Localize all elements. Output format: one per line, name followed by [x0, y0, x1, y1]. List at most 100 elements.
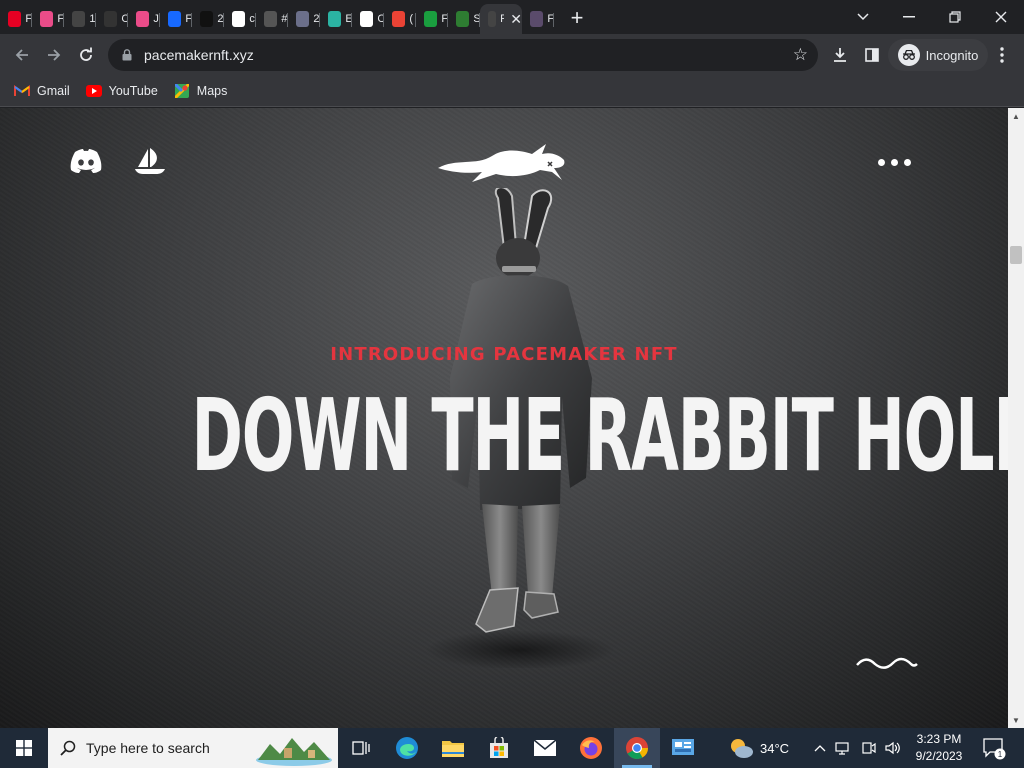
display-icon[interactable] [860, 741, 876, 755]
tab-title: c [249, 13, 255, 25]
browser-tab[interactable]: 1 [64, 4, 96, 34]
back-arrow-icon [15, 49, 28, 61]
partly-cloudy-icon [731, 739, 753, 758]
tab-title: F [547, 13, 554, 25]
maps-icon [174, 84, 190, 98]
discord-icon[interactable] [68, 146, 104, 176]
scroll-down-arrow-icon[interactable]: ▼ [1008, 712, 1024, 728]
behance-icon [168, 11, 182, 27]
browser-tab[interactable]: F [522, 4, 554, 34]
incognito-profile-button[interactable]: Incognito [888, 39, 988, 71]
image-favicon-icon [530, 11, 544, 27]
bookmark-label: Maps [196, 84, 228, 98]
tab-title: C [377, 13, 384, 25]
reload-button[interactable] [70, 39, 102, 71]
browser-tab[interactable]: E [320, 4, 352, 34]
browser-tab[interactable]: 2 [192, 4, 224, 34]
chevron-up-icon[interactable] [814, 744, 826, 752]
browser-tab[interactable]: F [0, 4, 32, 34]
chrome-taskbar-icon[interactable] [614, 728, 660, 768]
pinterest-icon [8, 11, 22, 27]
bookmark-youtube[interactable]: YouTube [85, 84, 158, 98]
youtube-icon [85, 84, 102, 98]
browser-menu-icon[interactable] [992, 39, 1012, 71]
tab-title: S [473, 13, 480, 25]
firefox-icon[interactable] [568, 728, 614, 768]
browser-tab[interactable]: C [96, 4, 128, 34]
restore-button[interactable] [932, 0, 978, 34]
mail-icon[interactable] [522, 728, 568, 768]
browser-tab[interactable]: c [224, 4, 256, 34]
bookmark-label: YouTube [108, 84, 158, 98]
search-icon [60, 740, 76, 756]
browser-tab[interactable]: # [256, 4, 288, 34]
pacemaker-rabbit-logo[interactable] [436, 138, 568, 184]
browser-tab[interactable]: F [416, 4, 448, 34]
tab-title: ( [409, 13, 413, 25]
system-tray [814, 728, 901, 768]
notification-count: 1 [998, 750, 1003, 759]
tab-title: # [281, 13, 288, 25]
tab-title: C [121, 13, 128, 25]
cube-logo-icon [360, 11, 374, 27]
address-bar[interactable]: pacemakernft.xyz ☆ [108, 39, 818, 71]
tab-title: 2 [313, 13, 320, 25]
browser-tab[interactable]: 2 [288, 4, 320, 34]
minimize-button[interactable] [886, 0, 932, 34]
tab-title: F [25, 13, 32, 25]
opensea-icon[interactable] [132, 146, 168, 176]
rainbow-logo-icon [72, 11, 86, 27]
browser-tab[interactable]: F [32, 4, 64, 34]
character-icon [456, 11, 470, 27]
tab-search-icon[interactable] [840, 0, 886, 34]
scroll-wave-icon[interactable] [855, 656, 919, 670]
start-button[interactable] [0, 728, 48, 768]
browser-tab[interactable]: C [352, 4, 384, 34]
google-icon [232, 11, 246, 27]
bookmark-gmail[interactable]: Gmail [14, 84, 70, 98]
d-logo-icon [328, 11, 342, 27]
taskbar-search-box[interactable]: Type here to search [48, 728, 338, 768]
forward-button[interactable] [38, 39, 70, 71]
volume-icon[interactable] [885, 741, 901, 755]
bookmark-label: Gmail [37, 84, 70, 98]
close-window-button[interactable] [978, 0, 1024, 34]
hero-headline: DOWN THE RABBIT HOLE [191, 377, 1008, 494]
edge-browser-icon[interactable] [384, 728, 430, 768]
microsoft-store-icon[interactable] [476, 728, 522, 768]
weather-widget[interactable]: 34°C [728, 728, 789, 768]
windows-logo-icon [16, 740, 32, 756]
task-view-icon[interactable] [338, 728, 384, 768]
bookmark-maps[interactable]: Maps [174, 84, 228, 98]
page-scrollbar[interactable]: ▲ ▼ [1008, 108, 1024, 728]
control-panel-icon[interactable] [660, 728, 706, 768]
circle-logo-icon [104, 11, 118, 27]
scroll-up-arrow-icon[interactable]: ▲ [1008, 108, 1024, 124]
browser-tab[interactable]: P ✕ [480, 4, 522, 34]
side-panel-icon[interactable] [860, 39, 884, 71]
file-explorer-icon[interactable] [430, 728, 476, 768]
scrollbar-thumb[interactable] [1010, 246, 1022, 264]
w-logo-icon [296, 11, 310, 27]
browser-toolbar: pacemakernft.xyz ☆ Incognito [0, 34, 1024, 76]
gmail-icon [392, 11, 406, 27]
site-menu-icon[interactable] [878, 156, 918, 168]
close-tab-icon[interactable]: ✕ [510, 11, 522, 28]
hero-eyebrow: INTRODUCING PACEMAKER NFT [330, 344, 678, 365]
browser-tab[interactable]: ( [384, 4, 416, 34]
url-text: pacemakernft.xyz [144, 47, 254, 63]
temperature-text: 34°C [760, 740, 790, 756]
network-icon[interactable] [835, 741, 851, 755]
browser-tab[interactable]: S [448, 4, 480, 34]
notification-center-icon[interactable]: 1 [982, 736, 1006, 760]
dribbble-icon [136, 11, 150, 27]
new-tab-button[interactable]: + [562, 3, 592, 33]
download-icon[interactable] [828, 39, 852, 71]
bookmark-star-icon[interactable]: ☆ [793, 45, 808, 65]
taskbar-clock[interactable]: 3:23 PM 9/2/2023 [906, 731, 972, 765]
tab-title: E [345, 13, 352, 25]
browser-tab[interactable]: J [128, 4, 160, 34]
clock-date: 9/2/2023 [915, 749, 963, 763]
browser-tab[interactable]: F [160, 4, 192, 34]
back-button[interactable] [6, 39, 38, 71]
